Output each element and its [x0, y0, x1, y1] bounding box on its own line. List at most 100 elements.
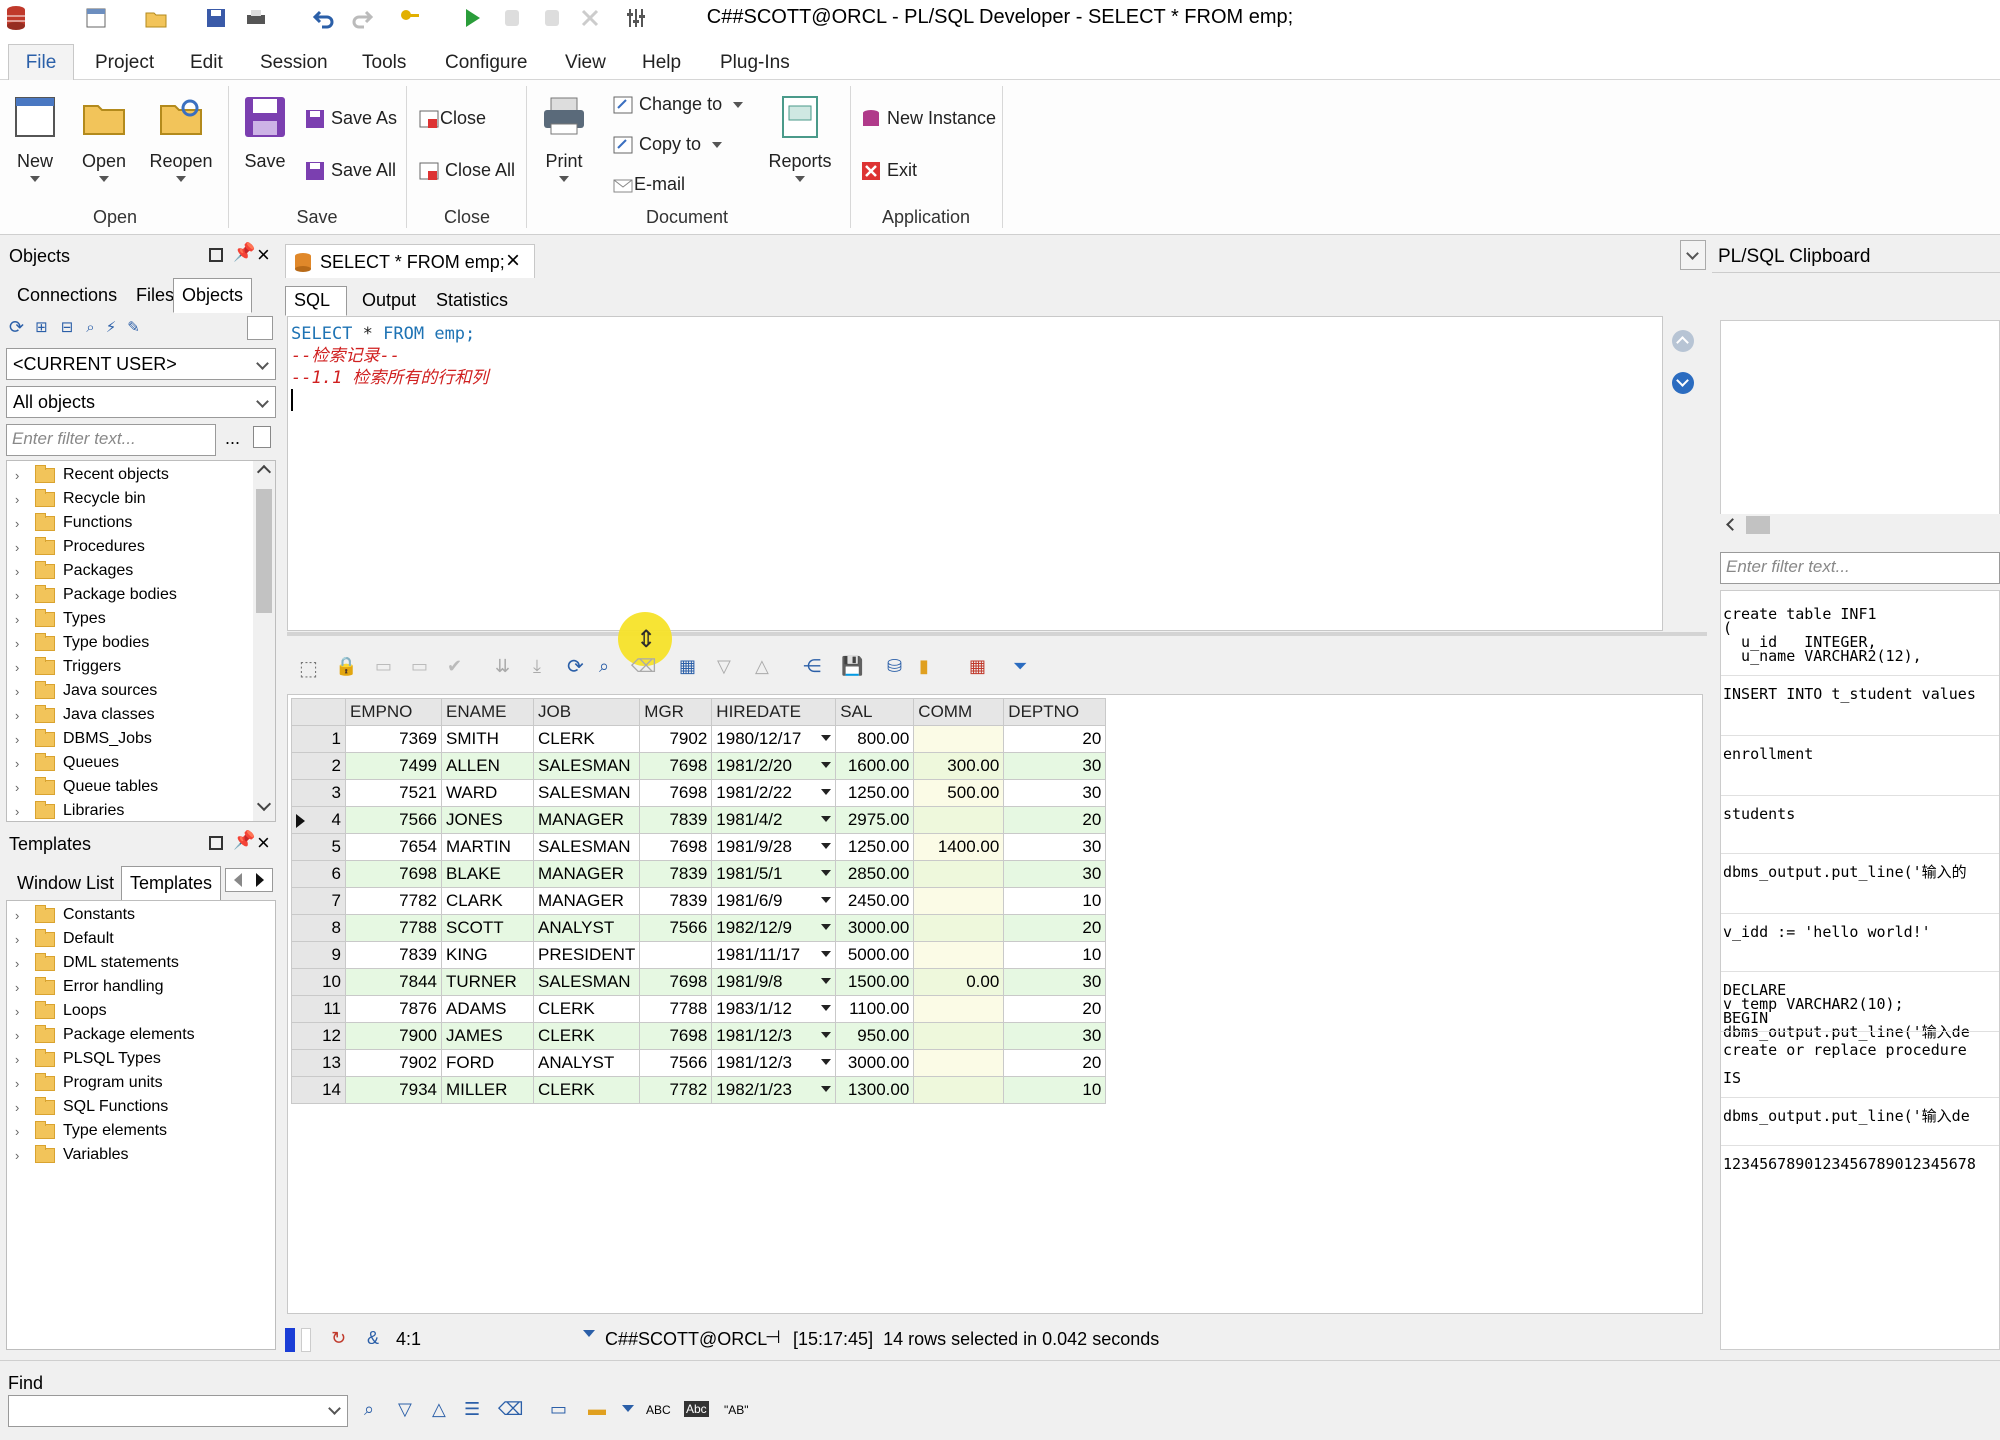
cell-job[interactable]: CLERK [532, 1022, 641, 1050]
export-results-icon[interactable]: ⛁ [887, 656, 902, 677]
find-previous-icon[interactable]: △ [432, 1399, 446, 1420]
table-row[interactable]: 13 7902 FORD ANALYST 7566 1981/12/3 3000.00 20 [291, 1049, 1107, 1077]
lock-icon[interactable]: 🔒 [335, 656, 357, 677]
find-input[interactable] [8, 1395, 348, 1427]
cell-ename[interactable]: ADAMS [441, 995, 534, 1023]
cell-ename[interactable]: BLAKE [441, 860, 534, 888]
expand-chevron-icon[interactable]: › [15, 516, 29, 531]
expand-chevron-icon[interactable]: › [15, 708, 29, 723]
cell-mgr[interactable]: 7839 [639, 860, 713, 888]
table-row[interactable]: 2 7499 ALLEN SALESMAN 7698 1981/2/20 1600.00 30… [291, 752, 1107, 780]
cell-empno[interactable]: 7566 [345, 806, 442, 834]
cell-comm[interactable] [913, 725, 1005, 753]
row-number[interactable]: 4 [291, 806, 346, 834]
cell-empno[interactable]: 7369 [345, 725, 442, 753]
cell-deptno[interactable]: 20 [1003, 914, 1107, 942]
splitter[interactable] [287, 632, 1707, 636]
objects-tree-item[interactable]: › Queue tables [15, 775, 245, 799]
cell-job[interactable]: ANALYST [532, 914, 641, 942]
clipboard-hscroll[interactable] [1720, 514, 2000, 536]
chart-icon[interactable]: ▮ [919, 656, 929, 677]
clear-highlight-icon[interactable]: ⌫ [498, 1399, 523, 1420]
save-button[interactable]: Save [238, 94, 292, 172]
cell-ename[interactable]: MILLER [441, 1076, 534, 1104]
cell-empno[interactable]: 7521 [345, 779, 442, 807]
find-all-icon[interactable]: ☰ [464, 1399, 480, 1420]
cell-comm[interactable] [913, 914, 1005, 942]
objects-tree-item[interactable]: › Java sources [15, 679, 245, 703]
objects-tree-item[interactable]: › Package bodies [15, 583, 245, 607]
cell-empno[interactable]: 7902 [345, 1049, 442, 1077]
objects-tree-item[interactable]: › Type bodies [15, 631, 245, 655]
objects-tree-item[interactable]: › Packages [15, 559, 245, 583]
cell-deptno[interactable]: 30 [1003, 752, 1107, 780]
expand-chevron-icon[interactable]: › [15, 780, 29, 795]
reports-button[interactable]: Reports [764, 94, 836, 182]
clipboard-list[interactable]: create table INF1( u_id INTEGER, u_name … [1720, 590, 2000, 1350]
cell-job[interactable]: CLERK [532, 1076, 641, 1104]
cell-hiredate[interactable]: 1981/4/2 [711, 806, 837, 834]
cell-empno[interactable]: 7499 [345, 752, 442, 780]
objects-tree-item[interactable]: › Recent objects [15, 463, 245, 487]
edit-filter-icon[interactable]: ✎ [127, 318, 140, 336]
tab-templates[interactable]: Templates [121, 866, 222, 901]
find-icon[interactable]: ⌕ [364, 1399, 374, 1420]
cell-ename[interactable]: ALLEN [441, 752, 534, 780]
cell-ename[interactable]: KING [441, 941, 534, 969]
expand-chevron-icon[interactable]: › [15, 684, 29, 699]
new-filter-icon[interactable] [253, 426, 271, 448]
clipboard-entry[interactable]: INSERT INTO t_student values [1723, 687, 1976, 702]
objects-tree-item[interactable]: › Libraries [15, 799, 245, 823]
templates-tree-item[interactable]: › Variables [15, 1143, 265, 1167]
cell-sal[interactable]: 800.00 [835, 725, 915, 753]
cell-comm[interactable] [913, 1076, 1005, 1104]
cell-mgr[interactable]: 7566 [639, 1049, 713, 1077]
new-button[interactable]: New [8, 94, 62, 182]
row-number[interactable]: 14 [291, 1076, 346, 1104]
cell-sal[interactable]: 2975.00 [835, 806, 915, 834]
refresh-icon[interactable]: ⟳ [567, 654, 584, 679]
cell-deptno[interactable]: 10 [1003, 941, 1107, 969]
row-number[interactable]: 3 [291, 779, 346, 807]
cell-job[interactable]: MANAGER [532, 860, 641, 888]
clipboard-entry[interactable]: 1234567890123456789012345678 [1723, 1157, 1976, 1172]
cell-sal[interactable]: 3000.00 [835, 1049, 915, 1077]
cell-comm[interactable] [913, 995, 1005, 1023]
clipboard-entry[interactable]: create or replace procedure IS [1723, 1043, 1967, 1086]
table-row[interactable]: 12 7900 JAMES CLERK 7698 1981/12/3 950.00 30 [291, 1022, 1107, 1050]
cell-deptno[interactable]: 30 [1003, 968, 1107, 996]
menu-help[interactable]: Help [642, 52, 681, 74]
close-button[interactable]: Close [418, 108, 486, 130]
connection-dropdown-icon[interactable] [583, 1330, 595, 1337]
refresh-icon[interactable]: ⟳ [9, 317, 24, 338]
table-row[interactable]: 6 7698 BLAKE MANAGER 7839 1981/5/1 2850.00 30 [291, 860, 1107, 888]
panel-option-box[interactable] [247, 316, 273, 340]
table-row[interactable]: 4 7566 JONES MANAGER 7839 1981/4/2 2975.00 20 [291, 806, 1107, 834]
templates-tree-item[interactable]: › Default [15, 927, 265, 951]
cell-job[interactable]: SALESMAN [532, 779, 641, 807]
reconnect-icon[interactable]: ↻ [331, 1328, 346, 1349]
select-icon[interactable]: ⬚ [299, 656, 318, 681]
cell-sal[interactable]: 1250.00 [835, 779, 915, 807]
cell-sal[interactable]: 3000.00 [835, 914, 915, 942]
clipboard-entry[interactable]: dbms_output.put_line('输入de [1723, 1109, 1970, 1124]
grid-options-icon[interactable]: ▦ [969, 656, 986, 677]
find-next-icon[interactable]: ▽ [398, 1399, 412, 1420]
cell-job[interactable]: CLERK [532, 995, 641, 1023]
tab-statistics[interactable]: Statistics [427, 286, 517, 315]
connection-label[interactable]: C##SCOTT@ORCL [605, 1329, 767, 1350]
cell-empno[interactable]: 7782 [345, 887, 442, 915]
expand-chevron-icon[interactable]: › [15, 1052, 29, 1067]
cell-job[interactable]: ANALYST [532, 1049, 641, 1077]
cell-hiredate[interactable]: 1981/9/28 [711, 833, 837, 861]
menu-edit[interactable]: Edit [190, 52, 223, 74]
expand-chevron-icon[interactable]: › [15, 540, 29, 555]
cell-empno[interactable]: 7839 [345, 941, 442, 969]
cell-sal[interactable]: 1250.00 [835, 833, 915, 861]
single-record-view-icon[interactable]: ▦ [679, 656, 696, 677]
menu-configure[interactable]: Configure [445, 52, 527, 74]
row-number[interactable]: 8 [291, 914, 346, 942]
clipboard-entry[interactable]: create table INF1( u_id INTEGER, u_name … [1723, 607, 1922, 664]
cell-comm[interactable] [913, 887, 1005, 915]
cell-hiredate[interactable]: 1981/12/3 [711, 1022, 837, 1050]
